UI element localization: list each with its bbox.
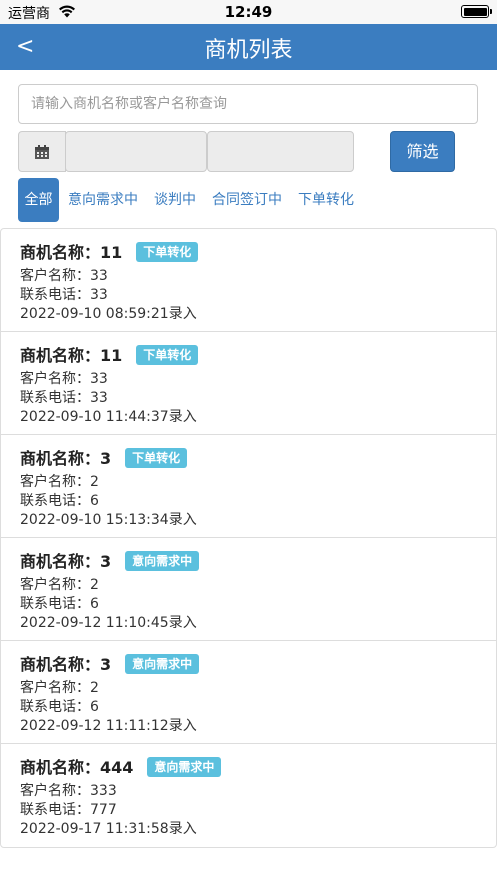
item-title: 商机名称：11 下单转化 [20,239,199,263]
item-customer: 客户名称：33 [20,371,108,387]
item-phone: 联系电话：6 [20,493,99,509]
item-phone: 联系电话：33 [20,287,108,303]
item-timestamp: 2022-09-10 15:13:34录入 [20,512,197,528]
item-phone: 联系电话：777 [20,802,117,818]
item-phone: 联系电话：6 [20,699,99,715]
nav-bar: < 商机列表 [0,24,497,70]
status-badge: 下单转化 [136,242,199,262]
end-date-input[interactable] [207,131,354,172]
start-date-input[interactable] [65,131,207,172]
tab-all[interactable]: 全部 [18,178,59,222]
battery-icon [461,5,492,18]
list-item[interactable]: 商机名称：3 意向需求中 客户名称：2 联系电话：6 2022-09-12 11:… [1,641,496,744]
status-badge: 意向需求中 [147,757,222,777]
calendar-icon [35,145,49,159]
list-item[interactable]: 商机名称：3 下单转化 客户名称：2 联系电话：6 2022-09-10 15:1… [1,435,496,538]
list-item[interactable]: 商机名称：444 意向需求中 客户名称：333 联系电话：777 2022-09-… [1,744,496,847]
item-timestamp: 2022-09-10 11:44:37录入 [20,409,197,425]
item-timestamp: 2022-09-10 08:59:21录入 [20,306,197,322]
status-bar: 运营商 12:49 [0,0,497,24]
tab-order[interactable]: 下单转化 [298,178,354,222]
status-badge: 下单转化 [136,345,199,365]
filter-button[interactable]: 筛选 [390,131,455,172]
status-badge: 意向需求中 [125,551,200,571]
item-title: 商机名称：3 意向需求中 [20,548,200,572]
list-item[interactable]: 商机名称：11 下单转化 客户名称：33 联系电话：33 2022-09-10 0… [1,229,496,332]
item-customer: 客户名称：2 [20,474,99,490]
item-phone: 联系电话：6 [20,596,99,612]
item-timestamp: 2022-09-12 11:10:45录入 [20,615,197,631]
item-customer: 客户名称：333 [20,783,117,799]
opportunity-list: 商机名称：11 下单转化 客户名称：33 联系电话：33 2022-09-10 0… [0,228,497,848]
item-customer: 客户名称：2 [20,680,99,696]
item-customer: 客户名称：2 [20,577,99,593]
item-timestamp: 2022-09-12 11:11:12录入 [20,718,197,734]
status-badge: 意向需求中 [125,654,200,674]
item-title: 商机名称：11 下单转化 [20,342,199,366]
status-badge: 下单转化 [125,448,188,468]
page-title: 商机列表 [204,38,293,63]
clock: 12:49 [224,3,273,21]
item-timestamp: 2022-09-17 11:31:58录入 [20,821,197,837]
tab-contract[interactable]: 合同签订中 [212,178,282,222]
item-customer: 客户名称：33 [20,268,108,284]
tab-intent[interactable]: 意向需求中 [68,178,138,222]
item-phone: 联系电话：33 [20,390,108,406]
item-title: 商机名称：3 意向需求中 [20,651,200,675]
item-title: 商机名称：444 意向需求中 [20,754,222,778]
calendar-button[interactable] [18,131,66,172]
list-item[interactable]: 商机名称：3 意向需求中 客户名称：2 联系电话：6 2022-09-12 11:… [1,538,496,641]
list-item[interactable]: 商机名称：11 下单转化 客户名称：33 联系电话：33 2022-09-10 1… [1,332,496,435]
search-input[interactable] [18,84,478,124]
tab-negotiating[interactable]: 谈判中 [154,178,196,222]
item-title: 商机名称：3 下单转化 [20,445,188,469]
